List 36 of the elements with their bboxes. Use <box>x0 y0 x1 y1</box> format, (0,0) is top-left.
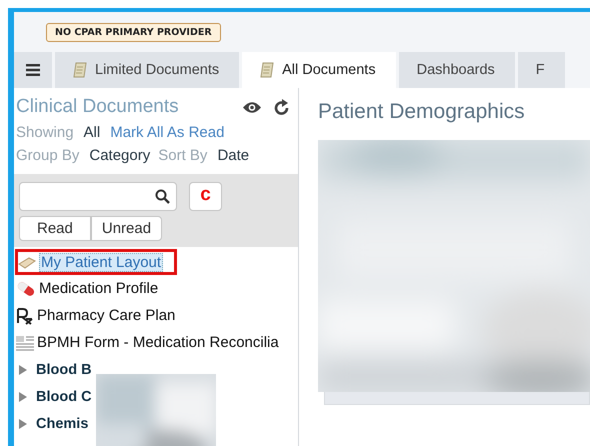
document-icon <box>18 255 36 269</box>
expand-icon <box>18 390 28 402</box>
document-item[interactable]: Pharmacy Care Plan <box>37 307 176 324</box>
folder-item[interactable]: Blood C <box>36 388 92 404</box>
label: Showing <box>16 124 74 141</box>
expand-icon <box>18 418 28 430</box>
label: Group By <box>16 147 80 164</box>
group-value[interactable]: Category <box>89 147 150 164</box>
refresh-icon[interactable] <box>274 98 290 116</box>
prescription-icon <box>16 306 34 324</box>
eye-icon[interactable] <box>242 100 262 114</box>
label: Sort By <box>158 147 208 164</box>
mark-read-link[interactable]: Mark All As Read <box>110 124 224 141</box>
expand-icon <box>18 364 28 376</box>
document-item[interactable]: BPMH Form - Medication Reconcilia <box>37 334 279 351</box>
search-icon <box>155 189 170 204</box>
panel-title: Clinical Documents <box>16 96 179 118</box>
value: All <box>84 124 100 141</box>
menu-button[interactable] <box>14 52 52 88</box>
document-item[interactable]: My Patient Layout <box>39 252 164 272</box>
folder-item[interactable]: Blood B <box>36 362 92 378</box>
tab[interactable]: All Documents <box>242 52 396 88</box>
form-icon <box>16 334 34 352</box>
filter-button[interactable]: Unread <box>90 216 162 241</box>
sort-value[interactable]: Date <box>217 147 250 164</box>
status-badge: NO CPAR PRIMARY PROVIDER <box>46 22 221 42</box>
filter-button[interactable]: Read <box>19 216 91 241</box>
search-field[interactable] <box>19 182 177 211</box>
document-item[interactable]: Medication Profile <box>39 280 158 297</box>
tab[interactable]: F <box>518 52 565 88</box>
folder-item[interactable]: Chemis <box>36 416 88 432</box>
tab[interactable]: Dashboards <box>398 52 515 88</box>
clear-button[interactable]: c <box>189 182 222 211</box>
menu-icon <box>26 64 40 76</box>
tab[interactable]: Limited Documents <box>55 52 240 88</box>
section-title: Patient Demographics <box>318 100 526 124</box>
